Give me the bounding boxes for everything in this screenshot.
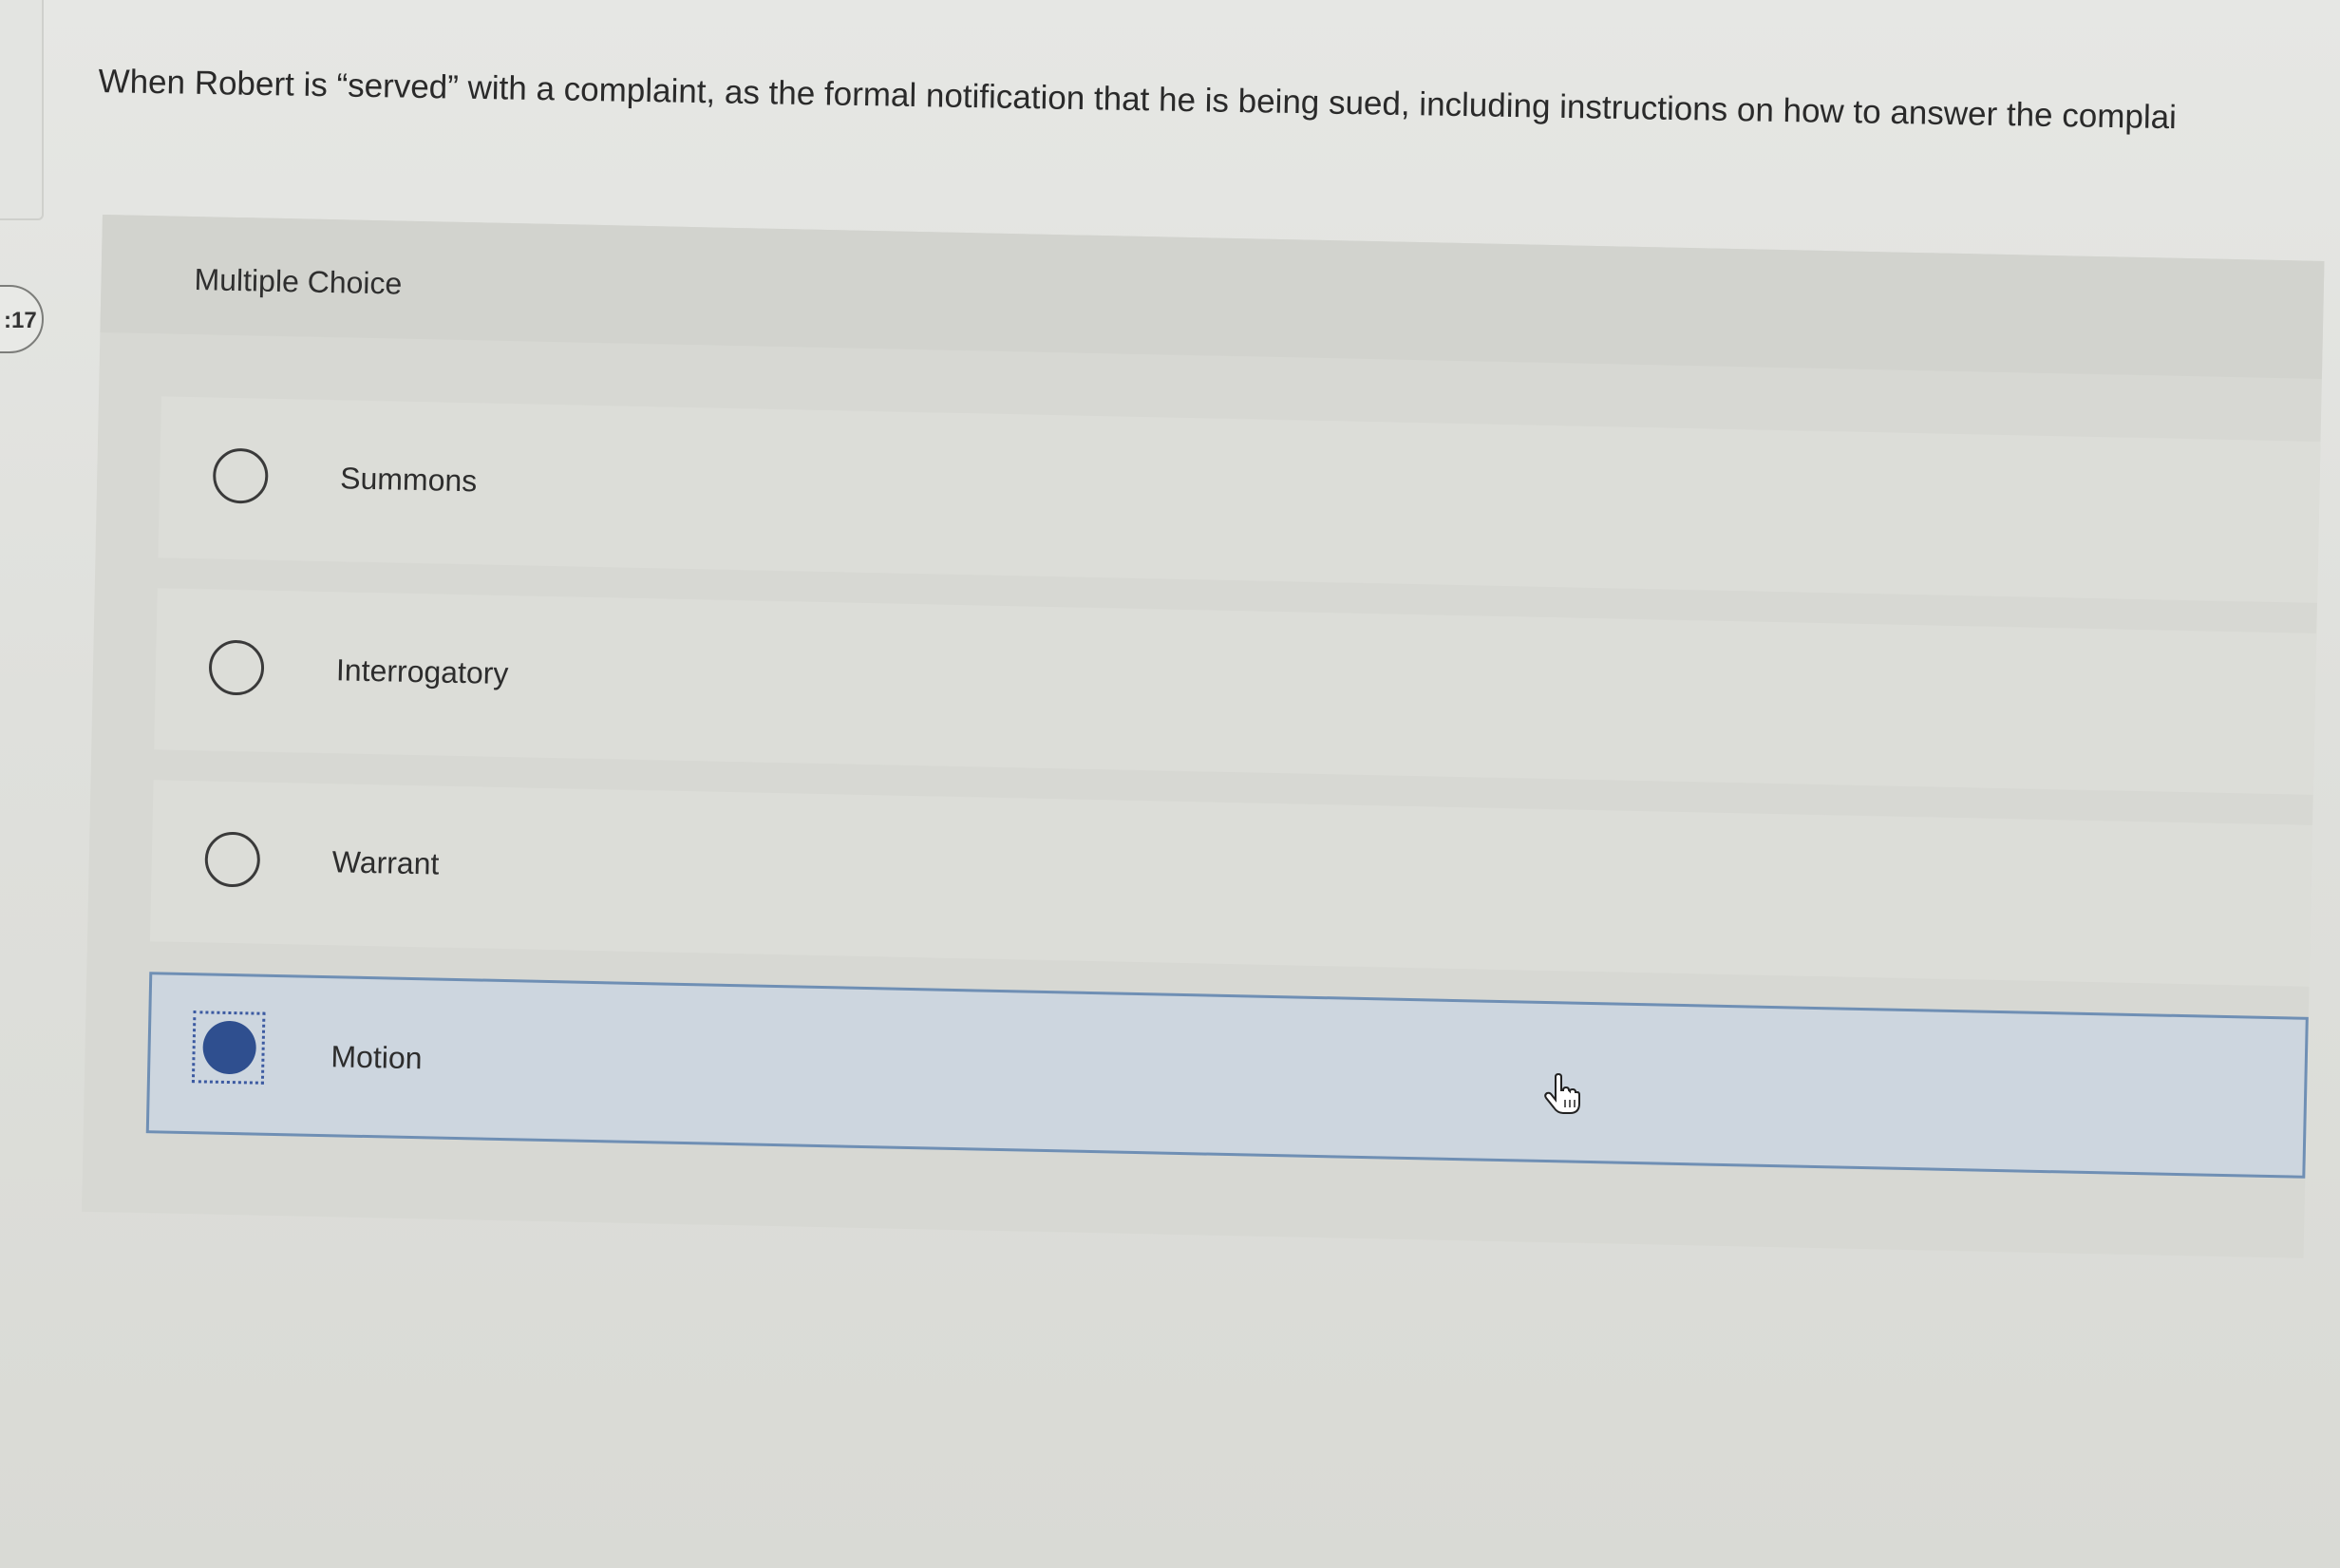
timer-text: :17 bbox=[4, 308, 37, 333]
mc-header: Multiple Choice bbox=[100, 215, 2325, 379]
radio-button[interactable] bbox=[212, 447, 269, 504]
radio-selected-icon bbox=[202, 1020, 257, 1075]
options-list: Summons Interrogatory Warrant Motion bbox=[145, 396, 2321, 1208]
option-label: Motion bbox=[330, 1039, 423, 1076]
radio-button[interactable] bbox=[208, 639, 265, 696]
radio-focus-ring[interactable] bbox=[191, 1011, 266, 1085]
option-motion[interactable]: Motion bbox=[145, 972, 2309, 1179]
option-summons[interactable]: Summons bbox=[158, 396, 2321, 603]
radio-button[interactable] bbox=[204, 831, 261, 888]
option-label: Interrogatory bbox=[335, 652, 509, 691]
left-sidebar bbox=[0, 0, 44, 220]
question-prompt: When Robert is “served” with a complaint… bbox=[98, 62, 2178, 137]
option-label: Warrant bbox=[331, 844, 440, 881]
timer-badge: :17 bbox=[0, 285, 44, 353]
mc-type-label: Multiple Choice bbox=[194, 262, 403, 301]
option-warrant[interactable]: Warrant bbox=[149, 780, 2313, 987]
option-interrogatory[interactable]: Interrogatory bbox=[154, 588, 2317, 795]
hand-pointer-icon bbox=[1544, 1073, 1580, 1114]
multiple-choice-panel: Multiple Choice Summons Interrogatory Wa… bbox=[82, 215, 2325, 1258]
option-label: Summons bbox=[339, 461, 478, 499]
